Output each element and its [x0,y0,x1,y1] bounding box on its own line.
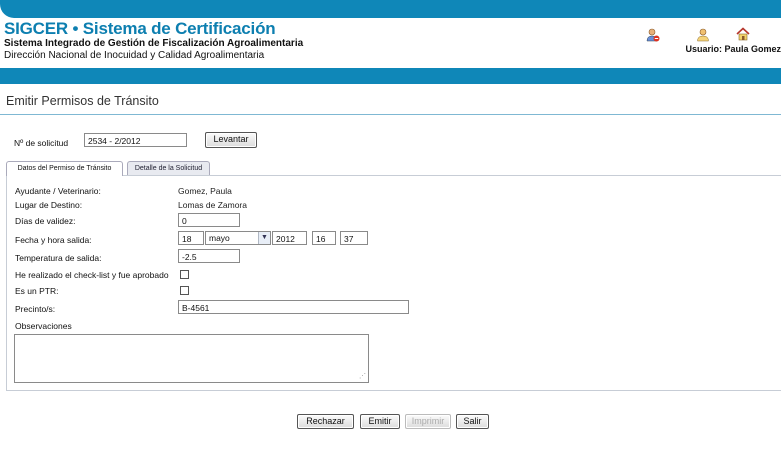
user-icon[interactable] [696,28,710,42]
validity-days-label: Días de validez: [15,216,76,226]
app-title: SIGCER • Sistema de Certificación [4,19,276,38]
ptr-checkbox[interactable] [180,286,189,295]
home-icon[interactable] [736,27,750,41]
departure-hour-input[interactable]: 16 [312,231,336,245]
user-remove-icon[interactable] [646,28,660,42]
departure-minute-input[interactable]: 37 [340,231,368,245]
title-divider [0,114,781,115]
brand-block: SIGCER • Sistema de Certificación Sistem… [4,20,303,62]
destination-label: Lugar de Destino: [15,200,83,210]
checklist-label: He realizado el check-list y fue aprobad… [15,270,169,280]
department-name: Dirección Nacional de Inocuidad y Calida… [4,50,265,61]
levantar-button[interactable]: Levantar [205,132,257,148]
request-number-label: Nº de solicitud [14,138,69,148]
print-button[interactable]: Imprimir [405,414,451,429]
vet-value: Gomez, Paula [178,186,232,196]
app-subtitle: Sistema Integrado de Gestión de Fiscaliz… [4,38,304,49]
reject-button[interactable]: Rechazar [297,414,354,429]
chevron-down-icon: ▼ [258,232,270,244]
destination-value: Lomas de Zamora [178,200,247,210]
request-number-input[interactable]: 2534 - 2/2012 [84,133,187,147]
departure-month-value: mayo [209,233,230,243]
observations-label: Observaciones [15,321,72,331]
temperature-input[interactable]: -2.5 [178,249,240,263]
vet-label: Ayudante / Veterinario: [15,186,101,196]
departure-month-select[interactable]: mayo ▼ [205,231,271,245]
tab-detalle-solicitud[interactable]: Detalle de la Solicitud [127,161,210,175]
validity-days-input[interactable]: 0 [178,213,240,227]
seal-input[interactable]: B-4561 [178,300,409,314]
page-title: Emitir Permisos de Tránsito [6,94,159,108]
header-blue-bar [0,68,781,84]
emit-button[interactable]: Emitir [360,414,400,429]
checklist-checkbox[interactable] [180,270,189,279]
temperature-label: Temperatura de salida: [15,253,102,263]
departure-day-input[interactable]: 18 [178,231,204,245]
ptr-label: Es un PTR: [15,286,59,296]
current-user: Usuario: Paula Gomez [685,44,781,54]
departure-datetime-label: Fecha y hora salida: [15,235,92,245]
seal-label: Precinto/s: [15,304,56,314]
observations-textarea[interactable]: ⋰ [14,334,369,383]
header-top-band [0,0,781,18]
resize-grip-icon[interactable]: ⋰ [359,373,366,380]
departure-year-input[interactable]: 2012 [272,231,307,245]
tab-datos-permiso[interactable]: Datos del Permiso de Tránsito [6,161,123,176]
exit-button[interactable]: Salir [456,414,489,429]
